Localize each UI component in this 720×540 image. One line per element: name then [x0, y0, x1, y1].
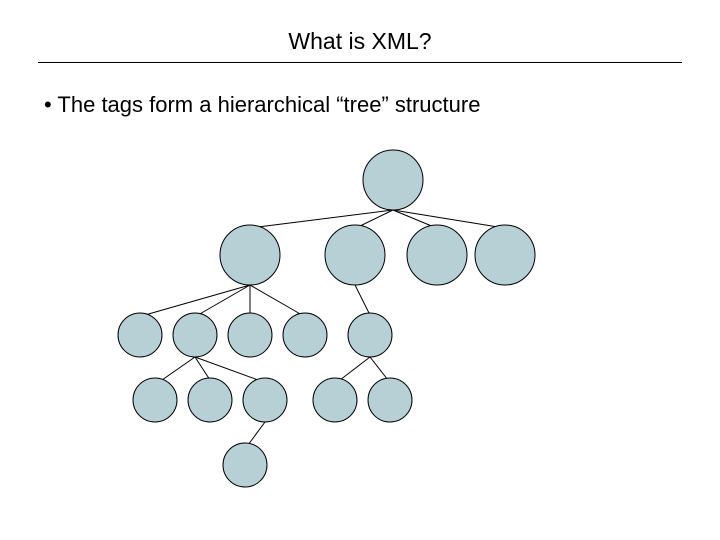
tree-edge — [145, 285, 250, 315]
tree-node — [173, 313, 217, 357]
tree-edge — [258, 210, 393, 227]
tree-node — [348, 313, 392, 357]
tree-edge — [250, 285, 302, 315]
tree-node — [243, 378, 287, 422]
tree-edge — [370, 357, 388, 380]
tree-node — [228, 313, 272, 357]
tree-node — [407, 225, 467, 285]
tree-edge — [195, 357, 210, 380]
tree-node — [118, 313, 162, 357]
tree-node — [363, 150, 423, 210]
tree-edge — [162, 357, 195, 380]
tree-edge — [393, 210, 498, 227]
tree-edge — [393, 210, 434, 227]
tree-node — [283, 313, 327, 357]
tree-edge — [248, 422, 265, 445]
title-underline — [38, 62, 682, 63]
slide: What is XML? • The tags form a hierarchi… — [0, 0, 720, 540]
slide-title: What is XML? — [0, 28, 720, 55]
tree-node — [368, 378, 412, 422]
tree-node — [220, 225, 280, 285]
tree-edge — [198, 285, 250, 315]
bullet-text: • The tags form a hierarchical “tree” st… — [44, 92, 480, 118]
tree-node — [188, 378, 232, 422]
tree-node — [313, 378, 357, 422]
tree-node — [325, 225, 385, 285]
tree-edge — [340, 357, 370, 380]
tree-node — [223, 443, 267, 487]
tree-node — [475, 225, 535, 285]
tree-diagram — [0, 140, 720, 540]
tree-edge — [355, 285, 370, 315]
tree-edge — [195, 357, 258, 380]
tree-node — [133, 378, 177, 422]
